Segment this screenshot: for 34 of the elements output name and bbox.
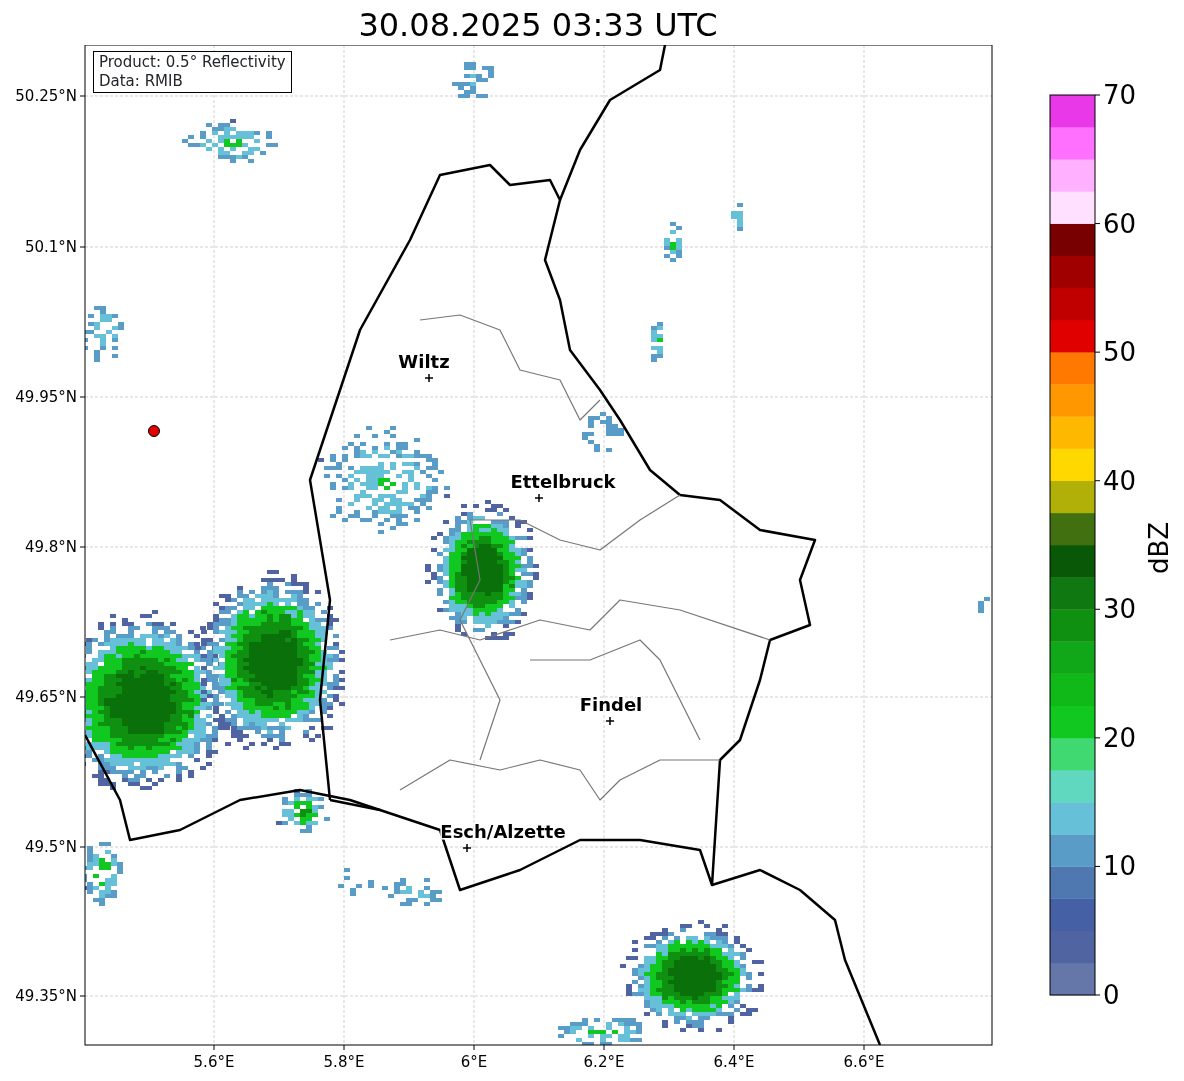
colorbar-tick-label: 0 xyxy=(1103,980,1120,1010)
axis-tick-label: 6.6°E xyxy=(843,1053,885,1071)
colorbar-tick-label: 20 xyxy=(1103,722,1137,753)
cross-marker-icon xyxy=(462,843,472,853)
city-label: Wiltz xyxy=(398,351,450,372)
info-text: Product: 0.5° Reflectivity xyxy=(99,53,286,72)
axis-tick-label: 50.1°N xyxy=(24,238,77,256)
axis-tick-label: 6.4°E xyxy=(713,1053,755,1071)
cross-marker-icon xyxy=(424,373,434,383)
cross-marker-icon xyxy=(534,493,544,503)
colorbar-tick-label: 30 xyxy=(1103,594,1137,625)
colorbar-tick-label: 60 xyxy=(1103,208,1137,239)
colorbar-tick-label: 40 xyxy=(1103,465,1137,496)
colorbar-tick-label: 50 xyxy=(1103,337,1137,368)
axis-tick-label: 49.35°N xyxy=(15,987,77,1005)
colorbar-tick-label: 70 xyxy=(1103,80,1137,110)
city-label: Esch/Alzette xyxy=(440,821,566,842)
radar-site-icon xyxy=(148,425,160,437)
axis-tick-label: 49.5°N xyxy=(24,838,77,856)
cross-marker-icon xyxy=(605,716,615,726)
axis-tick-label: 49.65°N xyxy=(15,688,77,706)
axis-tick-label: 50.25°N xyxy=(15,87,77,105)
city-label: Findel xyxy=(579,694,643,715)
city-label: Ettelbruck xyxy=(510,471,616,492)
chart-title: 30.08.2025 03:33 UTC xyxy=(357,5,719,45)
axis-tick-label: 5.8°E xyxy=(323,1053,365,1071)
axis-tick-label: 6°E xyxy=(460,1053,488,1071)
info-text: Data: RMIB xyxy=(99,72,184,91)
colorbar-label: dBZ xyxy=(1144,521,1174,575)
colorbar-tick-label: 10 xyxy=(1103,851,1137,882)
axis-tick-label: 5.6°E xyxy=(193,1053,235,1071)
axis-tick-label: 6.2°E xyxy=(583,1053,625,1071)
axis-tick-label: 49.95°N xyxy=(15,388,77,406)
axis-tick-label: 49.8°N xyxy=(24,538,77,556)
